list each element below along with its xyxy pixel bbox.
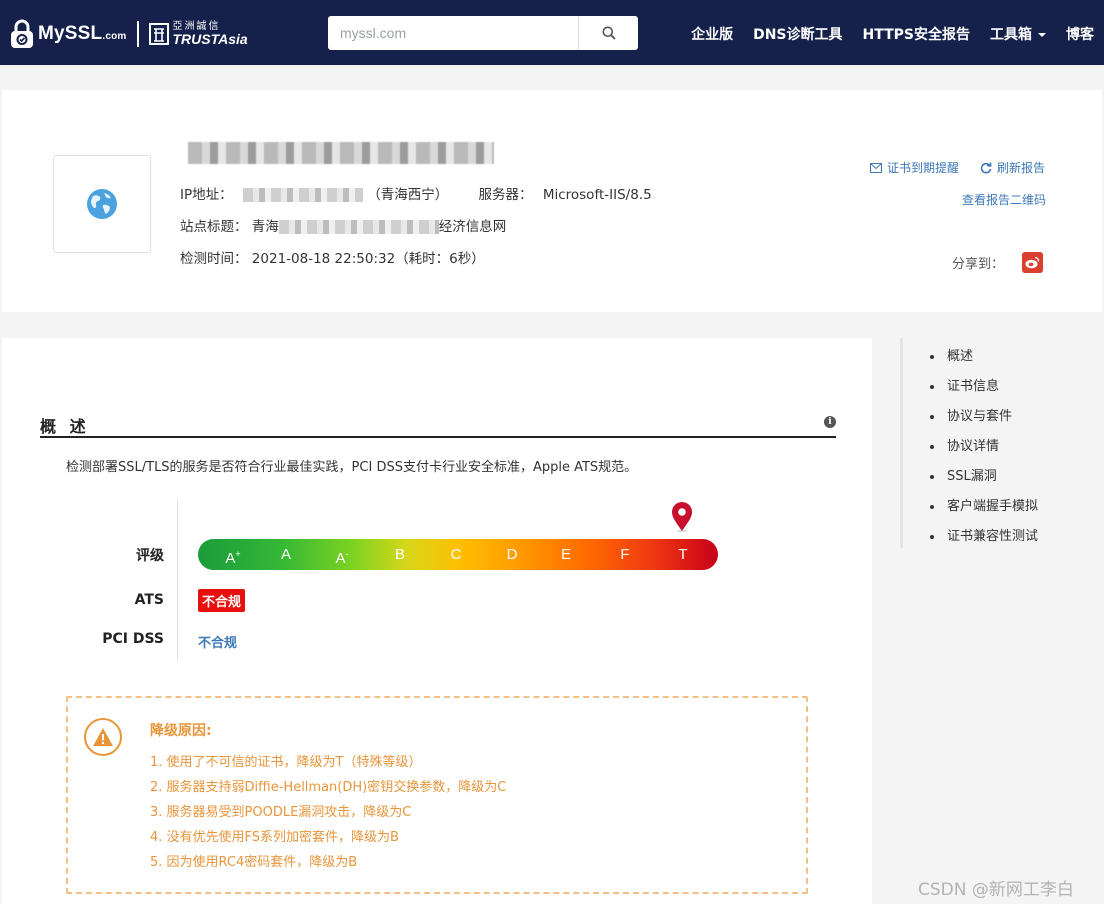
scan-time-value: 2021-08-18 22:50:32（耗时：6秒） — [251, 251, 485, 267]
refresh-report-link[interactable]: 刷新报告 — [980, 159, 1045, 176]
overview-section-header: 概 述 i — [40, 413, 836, 438]
site-domain-redacted — [188, 142, 494, 164]
overview-title: 概 述 — [40, 417, 90, 436]
overview-panel: 概 述 i 检测部署SSL/TLS的服务是否符合行业最佳实践，PCI DSS支付… — [2, 338, 872, 904]
overview-description: 检测部署SSL/TLS的服务是否符合行业最佳实践，PCI DSS支付卡行业安全标… — [66, 460, 638, 475]
ats-label: ATS — [134, 592, 164, 608]
warning-icon — [84, 718, 122, 756]
rating-divider — [177, 500, 178, 660]
grade-a-plus: A+ — [225, 549, 241, 567]
toc-item-protocol-details[interactable]: 协议详情 — [903, 432, 1100, 462]
partner-en: TRUSTAsia — [172, 31, 248, 47]
grade-t: T — [678, 546, 688, 563]
downgrade-title: 降级原因: — [150, 723, 212, 739]
toc-item-protocols-suites[interactable]: 协议与套件 — [903, 402, 1100, 432]
toc-item-ssl-vulns[interactable]: SSL漏洞 — [903, 462, 1100, 492]
grade-d: D — [506, 546, 518, 563]
warning-triangle — [93, 728, 113, 746]
scan-time-label: 检测时间： — [180, 251, 248, 267]
toc-item-client-handshake[interactable]: 客户端握手模拟 — [903, 492, 1100, 522]
weibo-logo — [1025, 256, 1040, 269]
brand-name: MySSL.com — [38, 23, 127, 44]
logo[interactable]: MySSL.com 亞洲誠信 TRUSTAsia — [10, 18, 248, 50]
share-area: 分享到： — [952, 252, 1044, 273]
site-title-line: 站点标题： 青海 经济信息网 — [180, 215, 506, 235]
toc-item-cert-compat[interactable]: 证书兼容性测试 — [903, 522, 1100, 552]
toc-item-cert-info[interactable]: 证书信息 — [903, 372, 1100, 402]
grade-f: F — [620, 546, 630, 563]
search-icon — [602, 26, 616, 40]
scan-time-line: 检测时间： 2021-08-18 22:50:32（耗时：6秒） — [180, 247, 485, 267]
grade-e: E — [560, 546, 571, 563]
cert-reminder-link[interactable]: 证书到期提醒 — [870, 159, 959, 176]
nav-enterprise[interactable]: 企业版 — [691, 24, 733, 44]
trustasia-icon — [148, 23, 169, 45]
site-summary-card: IP地址： （青海西宁） 服务器： Microsoft-IIS/8.5 站点标题… — [2, 90, 1102, 312]
nav-https-report[interactable]: HTTPS安全报告 — [863, 24, 970, 44]
pci-dss-label: PCI DSS — [102, 631, 164, 647]
site-favicon — [53, 155, 151, 253]
share-label: 分享到： — [952, 257, 1005, 272]
search-bar — [328, 16, 638, 50]
ip-redacted — [242, 188, 363, 202]
search-button[interactable] — [578, 16, 638, 50]
grade-b: B — [394, 546, 405, 563]
site-title-label: 站点标题： — [180, 219, 248, 235]
ip-location: （青海西宁） — [367, 187, 449, 203]
info-icon[interactable]: i — [824, 416, 836, 428]
pci-dss-status[interactable]: 不合规 — [198, 632, 237, 651]
ip-label: IP地址： — [180, 187, 233, 203]
server-label: 服务器： — [478, 187, 533, 203]
refresh-label: 刷新报告 — [997, 161, 1046, 175]
downgrade-reason-list: 1. 使用了不可信的证书，降级为T（特殊等级） 2. 服务器支持弱Diffie-… — [150, 750, 506, 875]
nav-dns-tool[interactable]: DNS诊断工具 — [753, 24, 842, 44]
site-title-redacted — [278, 220, 439, 234]
refresh-icon — [980, 162, 992, 173]
toc-item-overview[interactable]: 概述 — [903, 342, 1100, 372]
nav-blog[interactable]: 博客 — [1066, 24, 1094, 44]
list-item: 5. 因为使用RC4密码套件，降级为B — [150, 855, 358, 870]
ats-status-badge: 不合规 — [198, 589, 246, 612]
cert-reminder-label: 证书到期提醒 — [887, 161, 960, 175]
report-toc: 概述 证书信息 协议与套件 协议详情 SSL漏洞 客户端握手模拟 证书兼容性测试 — [900, 338, 1100, 548]
list-item: 3. 服务器易受到POODLE漏洞攻击，降级为C — [150, 805, 412, 820]
globe-icon — [87, 189, 117, 219]
logo-divider — [136, 21, 139, 47]
downgrade-reasons-box: 降级原因: 1. 使用了不可信的证书，降级为T（特殊等级） 2. 服务器支持弱D… — [66, 696, 808, 894]
ip-line: IP地址： （青海西宁） 服务器： Microsoft-IIS/8.5 — [180, 183, 652, 203]
list-item: 2. 服务器支持弱Diffie-Hellman(DH)密钥交换参数，降级为C — [150, 780, 507, 795]
qrcode-link[interactable]: 查看报告二维码 — [962, 191, 1046, 208]
grade-a: A — [280, 546, 291, 563]
rating-label: 评级 — [136, 548, 164, 564]
nav-toolbox[interactable]: 工具箱 — [990, 24, 1046, 44]
top-navbar: MySSL.com 亞洲誠信 TRUSTAsia 企业版 DNS诊断工具 HTT… — [0, 0, 1104, 65]
search-input[interactable] — [328, 16, 578, 50]
server-value: Microsoft-IIS/8.5 — [542, 187, 652, 203]
lock-icon — [11, 19, 33, 48]
chevron-down-icon — [1038, 33, 1046, 37]
partner-logo-text: 亞洲誠信 TRUSTAsia — [172, 22, 248, 47]
grade-a-minus: A- — [335, 549, 349, 567]
nav-toolbox-label: 工具箱 — [990, 27, 1032, 43]
grade-scale-bar: A+ A A- B C D E F T — [198, 539, 718, 570]
list-item: 1. 使用了不可信的证书，降级为T（特殊等级） — [150, 755, 422, 770]
map-pin-icon — [672, 502, 692, 532]
main-nav: 企业版 DNS诊断工具 HTTPS安全报告 工具箱 博客 — [671, 24, 1094, 44]
grade-c: C — [450, 546, 462, 563]
envelope-icon — [870, 162, 882, 173]
site-title-suffix: 经济信息网 — [438, 219, 507, 235]
site-title-prefix: 青海 — [251, 219, 279, 235]
csdn-watermark: CSDN @新网工李白 — [918, 880, 1074, 900]
weibo-share-icon[interactable] — [1022, 252, 1044, 273]
list-item: 4. 没有优先使用FS系列加密套件，降级为B — [150, 830, 399, 845]
